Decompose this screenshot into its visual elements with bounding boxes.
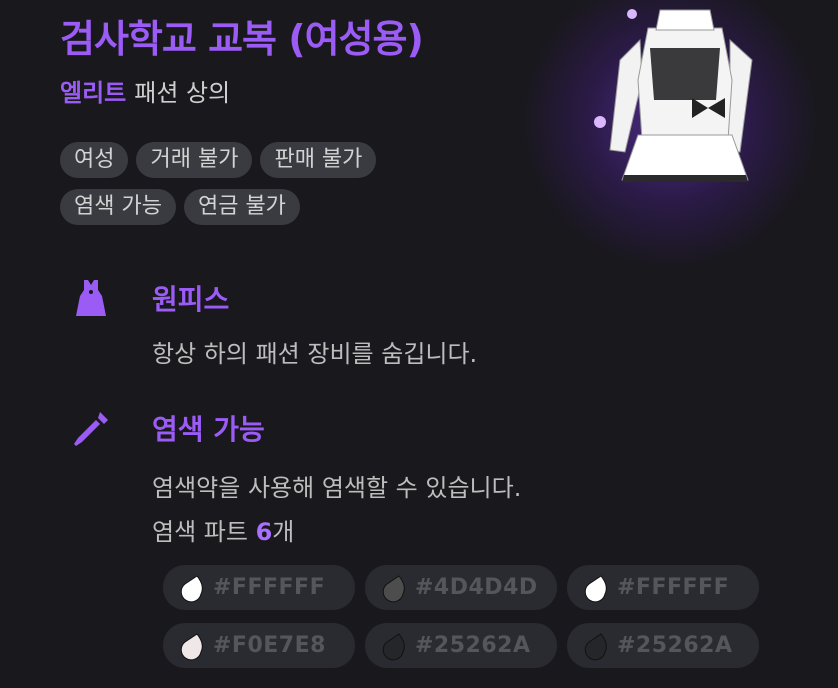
- dye-drop-icon: [180, 632, 203, 660]
- dye-parts-count: 염색 파트 6개: [152, 512, 294, 547]
- dye-parts-unit: 개: [272, 518, 295, 546]
- dye-part[interactable]: #FFFFFF: [163, 565, 355, 610]
- dye-parts-number: 6: [255, 518, 273, 546]
- tag-sell: 판매 불가: [260, 142, 377, 178]
- dye-part[interactable]: #F0E7E8: [163, 623, 355, 668]
- tag-alchemy: 연금 불가: [183, 189, 300, 225]
- feature-title: 염색 가능: [152, 413, 265, 446]
- dye-hex: #25262A: [415, 633, 531, 658]
- dye-hex: #FFFFFF: [617, 575, 730, 600]
- item-image: [594, 9, 753, 182]
- dress-icon: [76, 280, 106, 316]
- tag-list: 여성 거래 불가 판매 불가 염색 가능 연금 불가: [60, 142, 490, 236]
- dye-parts-label: 염색 파트: [152, 518, 248, 546]
- dye-hex: #4D4D4D: [415, 575, 538, 600]
- dye-drop-icon: [382, 632, 405, 660]
- tag-row: 여성 거래 불가 판매 불가: [60, 142, 490, 178]
- tag-gender: 여성: [60, 142, 129, 178]
- feature-desc: 염색약을 사용해 염색할 수 있습니다.: [152, 474, 522, 502]
- item-grade: 엘리트: [60, 79, 127, 107]
- dye-drop-icon: [382, 574, 405, 602]
- dye-part[interactable]: #25262A: [567, 623, 759, 668]
- dye-part[interactable]: #4D4D4D: [365, 565, 557, 610]
- tag-trade: 거래 불가: [136, 142, 253, 178]
- dye-part[interactable]: #FFFFFF: [567, 565, 759, 610]
- dye-hex: #FFFFFF: [213, 575, 326, 600]
- dye-dropper-icon: [74, 412, 108, 446]
- dye-part-list: #FFFFFF #4D4D4D #FFFFFF #F0E7E8 #25262A …: [163, 565, 763, 681]
- tag-dye: 염색 가능: [60, 189, 176, 225]
- dye-hex: #25262A: [617, 633, 733, 658]
- item-type: 엘리트 패션 상의: [60, 73, 230, 108]
- dye-row: #F0E7E8 #25262A #25262A: [163, 623, 763, 668]
- feature-title: 원피스: [152, 283, 230, 316]
- dye-drop-icon: [180, 574, 203, 602]
- dye-part[interactable]: #25262A: [365, 623, 557, 668]
- item-category: 패션 상의: [134, 79, 231, 107]
- dye-drop-icon: [584, 632, 607, 660]
- dye-hex: #F0E7E8: [213, 633, 326, 658]
- dye-drop-icon: [584, 574, 607, 602]
- feature-desc: 항상 하의 패션 장비를 숨깁니다.: [152, 340, 478, 368]
- tag-row: 염색 가능 연금 불가: [60, 189, 490, 225]
- item-name: 검사학교 교복 (여성용): [60, 17, 424, 61]
- dye-row: #FFFFFF #4D4D4D #FFFFFF: [163, 565, 763, 610]
